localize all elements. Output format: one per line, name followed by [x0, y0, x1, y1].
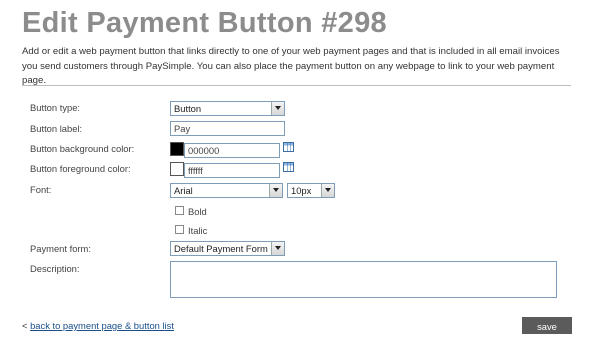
- font-family-value: Arial: [174, 185, 193, 196]
- bold-label: Bold: [188, 206, 207, 217]
- button-label-input[interactable]: Pay: [170, 121, 285, 136]
- color-picker-icon[interactable]: [283, 162, 294, 172]
- page-description: Add or edit a web payment button that li…: [22, 46, 560, 86]
- back-link[interactable]: back to payment page & button list: [30, 320, 174, 331]
- back-navigation: < back to payment page & button list: [22, 320, 174, 331]
- font-size-select[interactable]: 10px: [287, 183, 335, 198]
- chevron-down-icon: [271, 242, 284, 255]
- payment-form-select[interactable]: Default Payment Form: [170, 241, 285, 256]
- chevron-down-icon: [271, 102, 284, 115]
- font-label: Font:: [30, 184, 52, 195]
- page-title: Edit Payment Button #298: [22, 7, 387, 39]
- button-type-label: Button type:: [30, 102, 81, 113]
- italic-label: Italic: [188, 225, 208, 236]
- fg-color-label: Button foreground color:: [30, 163, 131, 174]
- font-size-value: 10px: [291, 185, 312, 196]
- button-type-value: Button: [174, 103, 202, 114]
- font-family-select[interactable]: Arial: [170, 183, 283, 198]
- color-picker-icon[interactable]: [283, 142, 294, 152]
- save-button[interactable]: save: [522, 317, 572, 334]
- fg-color-swatch: [170, 162, 184, 176]
- fg-color-input[interactable]: ffffff: [184, 163, 280, 178]
- button-label-label: Button label:: [30, 123, 83, 134]
- payment-form-label: Payment form:: [30, 243, 91, 254]
- button-type-select[interactable]: Button: [170, 101, 285, 116]
- description-textarea[interactable]: [170, 261, 557, 298]
- chevron-down-icon: [269, 184, 282, 197]
- bg-color-swatch: [170, 142, 184, 156]
- chevron-down-icon: [321, 184, 334, 197]
- payment-form-value: Default Payment Form: [174, 243, 268, 254]
- italic-checkbox[interactable]: [175, 225, 184, 234]
- back-arrow: <: [22, 320, 31, 331]
- bg-color-label: Button background color:: [30, 143, 135, 154]
- header-divider: [22, 85, 571, 86]
- bold-checkbox[interactable]: [175, 206, 184, 215]
- bg-color-input[interactable]: 000000: [184, 143, 280, 158]
- description-label: Description:: [30, 263, 80, 274]
